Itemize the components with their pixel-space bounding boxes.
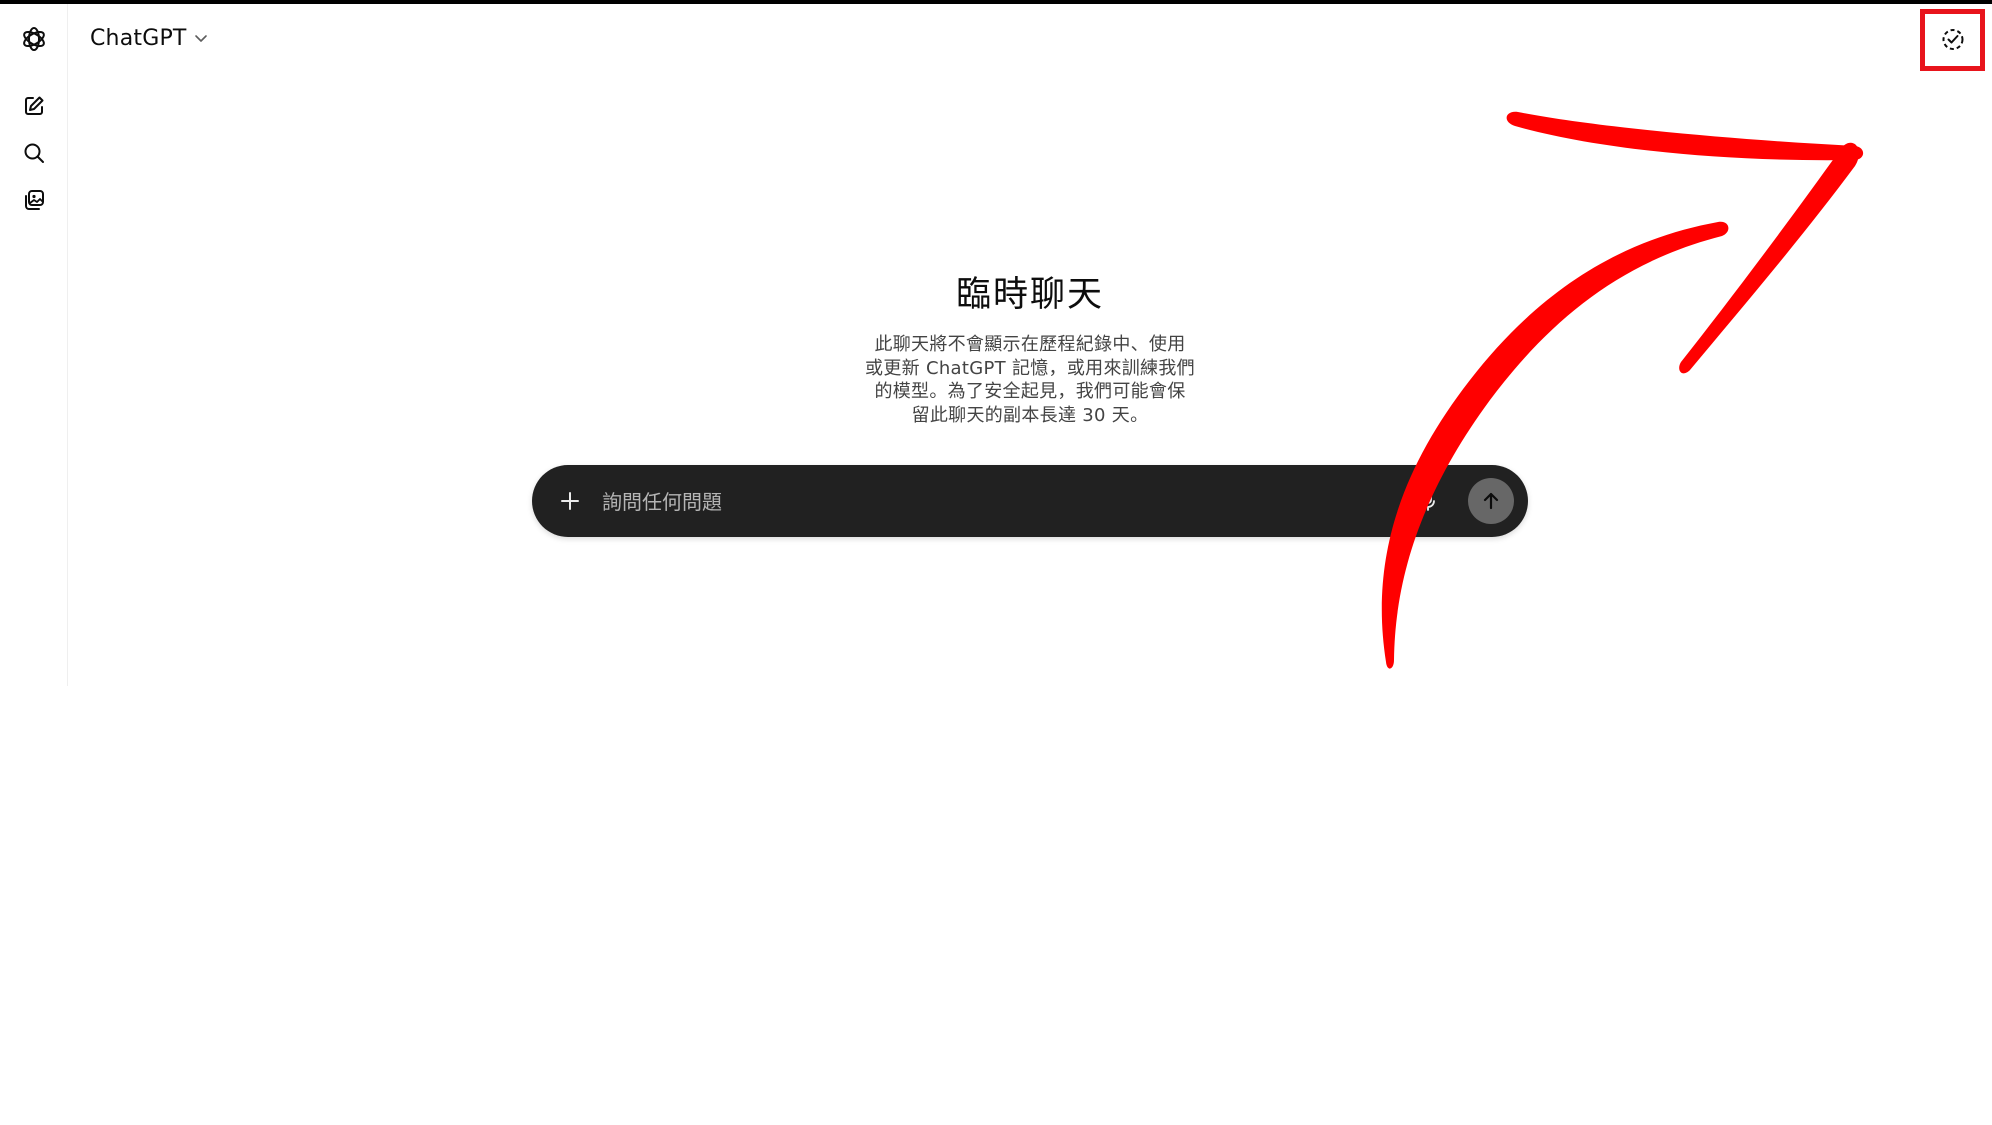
arrow-shaft — [1381, 221, 1729, 669]
arrow-head-top — [1506, 111, 1864, 161]
send-button[interactable] — [1468, 478, 1514, 524]
model-name: ChatGPT — [90, 25, 187, 51]
page: ChatGPT 臨時聊天 此聊天將不會顯示在歷程紀錄中、使用 或更新 ChatG… — [0, 0, 1992, 1125]
notice-line: 或更新 ChatGPT 記憶，或用來訓練我們 — [865, 357, 1195, 379]
plus-icon — [561, 492, 579, 510]
model-switcher[interactable]: ChatGPT — [82, 18, 217, 58]
dictate-button[interactable] — [1412, 485, 1444, 517]
top-border — [0, 0, 1992, 4]
new-chat-button[interactable] — [14, 86, 54, 126]
arrow-up-icon — [1483, 492, 1499, 510]
prompt-input[interactable] — [600, 481, 1344, 523]
openai-logo-icon — [23, 27, 45, 51]
left-rail — [0, 4, 68, 686]
microphone-icon — [1421, 492, 1435, 511]
search-chats-button[interactable] — [14, 133, 54, 173]
notice-line: 的模型。為了安全起見，我們可能會保 — [874, 381, 1186, 402]
annotation-arrow — [1381, 111, 1864, 669]
arrow-head-side — [1679, 142, 1859, 374]
composer — [532, 465, 1528, 537]
page-title: 臨時聊天 — [955, 275, 1104, 315]
attach-button[interactable] — [552, 483, 588, 519]
edit-icon — [25, 96, 44, 115]
library-button[interactable] — [14, 180, 54, 220]
dashed-check-chat-icon — [1942, 29, 1963, 50]
search-icon — [24, 143, 44, 163]
temporary-chat-notice: 此聊天將不會顯示在歷程紀錄中、使用 或更新 ChatGPT 記憶，或用來訓練我們… — [845, 333, 1215, 427]
openai-logo-button[interactable] — [14, 19, 54, 59]
notice-line: 留此聊天的副本長達 30 天。 — [911, 404, 1149, 426]
images-icon — [25, 190, 44, 210]
notice-line: 此聊天將不會顯示在歷程紀錄中、使用 — [874, 334, 1186, 355]
temporary-chat-button[interactable] — [1920, 9, 1985, 71]
chevron-down-icon — [194, 35, 207, 42]
